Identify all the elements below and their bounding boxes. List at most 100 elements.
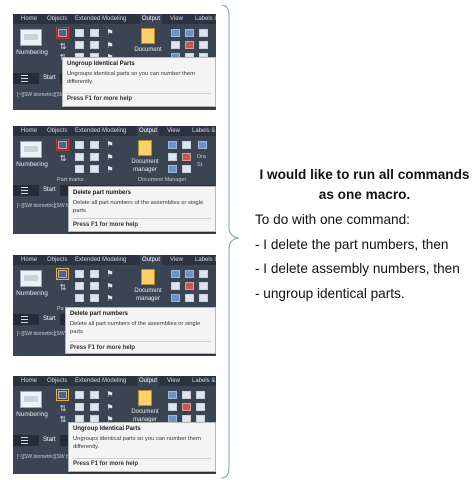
part-list-icon[interactable] [90, 165, 99, 173]
numbering-order-icon[interactable]: ⇅ [58, 283, 68, 293]
drawing-icon[interactable] [168, 403, 177, 411]
drawing-icon[interactable] [168, 165, 177, 173]
drawing-icon[interactable] [168, 141, 177, 149]
drawing-icon[interactable] [182, 153, 191, 161]
tab-home[interactable]: Home [19, 14, 39, 24]
part-list-icon[interactable] [90, 403, 99, 411]
part-list-icon[interactable] [90, 282, 99, 290]
tab-view[interactable]: View [168, 14, 185, 24]
part-grid-icon[interactable] [75, 403, 84, 411]
part-grid-icon[interactable] [75, 391, 84, 399]
tab-output[interactable]: Output [137, 126, 160, 136]
part-grid-icon[interactable] [75, 165, 84, 173]
drawing-icon[interactable] [185, 270, 194, 278]
tab-objects[interactable]: Objects [45, 126, 69, 136]
drawing-icon[interactable] [171, 29, 180, 37]
tab-labels[interactable]: Labels & [193, 255, 216, 265]
tab-view[interactable]: View [165, 376, 182, 386]
tab-output[interactable]: Output [140, 255, 163, 265]
part-grid-icon[interactable] [75, 153, 84, 161]
drawing-icon[interactable] [185, 282, 194, 290]
tab-output[interactable]: Output [140, 14, 163, 24]
part-grid-icon[interactable] [75, 41, 84, 49]
part-grid-icon[interactable] [75, 282, 84, 290]
tab-extended-modeling[interactable]: Extended Modeling [73, 255, 128, 265]
tab-objects[interactable]: Objects [45, 255, 69, 265]
part-list-icon[interactable] [90, 141, 99, 149]
part-list-icon[interactable] [90, 270, 99, 278]
part-grid-icon[interactable] [75, 270, 84, 278]
drawing-icon[interactable] [182, 141, 191, 149]
menu-icon[interactable] [21, 187, 28, 194]
menu-icon[interactable] [21, 75, 28, 82]
drawing-icon[interactable] [171, 294, 180, 302]
tab-home[interactable]: Home [19, 126, 39, 136]
tab-objects[interactable]: Objects [45, 376, 69, 386]
drawing-icon[interactable] [171, 282, 180, 290]
drawing-icon[interactable] [168, 391, 177, 399]
part-list-icon[interactable] [90, 391, 99, 399]
document-manager-button[interactable]: Document manager [129, 138, 161, 178]
start-tab[interactable]: Start [39, 73, 60, 84]
flag-icon[interactable]: ⚑ [105, 269, 115, 279]
numbering-button[interactable]: Numbering [15, 388, 49, 428]
part-grid-icon[interactable] [75, 29, 84, 37]
ungroup-parts-icon[interactable] [56, 389, 69, 401]
flag-icon[interactable]: ⚑ [105, 403, 115, 413]
start-tab[interactable]: Start [39, 435, 60, 446]
drawing-icon[interactable] [171, 41, 180, 49]
drawing-icon[interactable] [199, 29, 208, 37]
delete-assembly-numbers-icon[interactable] [56, 268, 69, 280]
tab-objects[interactable]: Objects [45, 14, 69, 24]
tab-labels[interactable]: Labels & L [190, 126, 216, 136]
tab-home[interactable]: Home [19, 255, 39, 265]
tab-labels[interactable]: Labels & [193, 14, 216, 24]
drawing-icon[interactable] [198, 141, 207, 149]
tab-output[interactable]: Output [137, 376, 160, 386]
drawing-icon[interactable] [182, 391, 191, 399]
numbering-order-icon[interactable]: ⇅ [58, 42, 68, 52]
drawing-icon[interactable] [199, 270, 208, 278]
flag-icon[interactable]: ⚑ [105, 153, 115, 163]
drawing-icon[interactable] [196, 391, 205, 399]
ungroup-parts-icon[interactable] [56, 27, 69, 39]
start-tab[interactable]: Start [39, 314, 60, 325]
drawing-icon[interactable] [171, 270, 180, 278]
tab-view[interactable]: View [165, 126, 182, 136]
part-list-icon[interactable] [90, 29, 99, 37]
tab-home[interactable]: Home [19, 376, 39, 386]
flag-icon[interactable]: ⚑ [105, 140, 115, 150]
tab-view[interactable]: View [168, 255, 185, 265]
delete-part-numbers-icon[interactable] [56, 139, 69, 151]
numbering-button[interactable]: Numbering [15, 26, 49, 66]
flag-icon[interactable]: ⚑ [105, 28, 115, 38]
part-grid-icon[interactable] [75, 294, 84, 302]
part-grid-icon[interactable] [75, 141, 84, 149]
drawing-icon[interactable] [199, 294, 208, 302]
flag-icon[interactable]: ⚑ [105, 282, 115, 292]
numbering-order-icon[interactable]: ⇅ [58, 404, 68, 414]
flag-icon[interactable]: ⚑ [105, 390, 115, 400]
drawing-icon[interactable] [185, 29, 194, 37]
document-manager-button[interactable]: Document manager [132, 267, 164, 307]
numbering-button[interactable]: Numbering [15, 138, 49, 178]
drawing-icon[interactable] [196, 403, 205, 411]
flag-icon[interactable]: ⚑ [105, 41, 115, 51]
tab-extended-modeling[interactable]: Extended Modeling [73, 14, 128, 24]
drawing-icon[interactable] [185, 41, 194, 49]
menu-icon[interactable] [21, 316, 28, 323]
numbering-order-icon[interactable]: ⇅ [58, 154, 68, 164]
drawing-icon[interactable] [199, 41, 208, 49]
drawing-icon[interactable] [182, 165, 191, 173]
start-tab[interactable]: Start [39, 185, 60, 196]
part-list-icon[interactable] [90, 153, 99, 161]
tab-extended-modeling[interactable]: Extended Modeling [73, 376, 128, 386]
flag-icon[interactable]: ⚑ [105, 165, 115, 175]
flag-icon[interactable]: ⚑ [105, 294, 115, 304]
tab-labels[interactable]: Labels & [190, 376, 216, 386]
part-list-icon[interactable] [90, 294, 99, 302]
drawing-icon[interactable] [168, 153, 177, 161]
numbering-button[interactable]: Numbering [15, 267, 49, 307]
part-list-icon[interactable] [90, 41, 99, 49]
drawing-icon[interactable] [199, 282, 208, 290]
